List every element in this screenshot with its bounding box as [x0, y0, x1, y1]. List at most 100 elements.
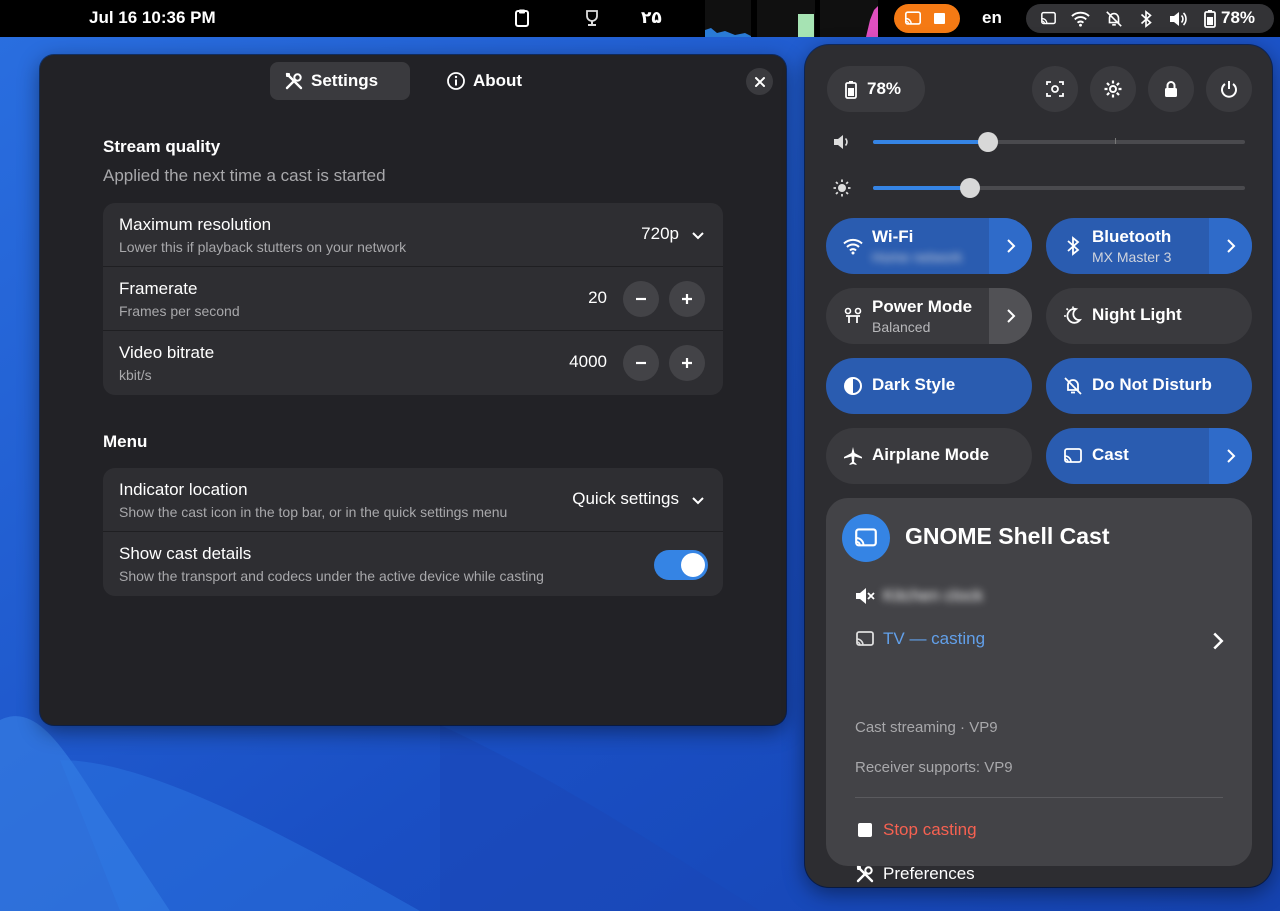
volume-slider[interactable] — [873, 132, 1245, 152]
bitrate-increase-button[interactable] — [669, 345, 705, 381]
volume-slider-fill — [873, 140, 989, 144]
framerate-value[interactable]: 20 — [588, 288, 607, 308]
cast-menu-button[interactable] — [1209, 428, 1252, 484]
tab-about[interactable]: About — [432, 62, 542, 100]
close-button[interactable] — [746, 68, 773, 95]
cast-tile[interactable]: Cast — [1046, 428, 1252, 484]
show-cast-details-title: Show cast details — [119, 544, 252, 563]
trophy-icon[interactable] — [582, 8, 602, 28]
device-name: Kitchen clock — [883, 586, 984, 605]
do-not-disturb-tile-title: Do Not Disturb — [1092, 375, 1212, 394]
power-icon — [1221, 81, 1237, 98]
cast-indicator[interactable] — [894, 4, 960, 33]
night-light-icon — [1064, 306, 1082, 324]
clock[interactable]: Jul 16 10:36 PM — [89, 8, 216, 28]
gear-icon — [1104, 80, 1122, 98]
tab-about-label: About — [473, 71, 523, 90]
workspace-indicator[interactable]: ۲۵ — [641, 8, 662, 28]
lock-icon — [1165, 81, 1177, 97]
memory-graph[interactable] — [757, 0, 815, 37]
cast-icon — [856, 631, 874, 646]
battery-button[interactable]: 78% — [827, 66, 925, 112]
volume-slider-mark — [1115, 138, 1116, 144]
stream-quality-card: Maximum resolution Lower this if playbac… — [103, 203, 723, 395]
framerate-row: Framerate Frames per second 20 — [103, 267, 723, 331]
battery-percent: 78% — [867, 79, 902, 98]
stop-casting-label: Stop casting — [883, 820, 977, 839]
chevron-down-icon[interactable] — [690, 492, 706, 508]
settings-button[interactable] — [1090, 66, 1136, 112]
stop-casting-item[interactable]: Stop casting — [855, 820, 977, 840]
preferences-label: Preferences — [883, 864, 975, 883]
resolution-row[interactable]: Maximum resolution Lower this if playbac… — [103, 203, 723, 267]
power-mode-icon — [844, 307, 862, 323]
cast-icon — [904, 11, 922, 25]
cast-tile-title: Cast — [1092, 445, 1129, 464]
receiver-info: Receiver supports: VP9 — [855, 759, 1013, 776]
wifi-icon — [843, 238, 863, 255]
resolution-title: Maximum resolution — [119, 215, 272, 234]
indicator-location-subtitle: Show the cast icon in the top bar, or in… — [119, 504, 508, 520]
volume-icon[interactable] — [832, 132, 852, 152]
resolution-value[interactable]: 720p — [641, 224, 679, 244]
bitrate-decrease-button[interactable] — [623, 345, 659, 381]
cast-submenu-title: GNOME Shell Cast — [905, 523, 1110, 549]
volume-icon — [1170, 12, 1187, 26]
power-button[interactable] — [1206, 66, 1252, 112]
tab-settings[interactable]: Settings — [270, 62, 410, 100]
do-not-disturb-tile[interactable]: Do Not Disturb — [1046, 358, 1252, 414]
bitrate-value[interactable]: 4000 — [569, 352, 607, 372]
chevron-right-icon — [1226, 449, 1235, 463]
stream-quality-title: Stream quality — [103, 137, 221, 156]
preferences-window: Settings About Stream quality Applied th… — [40, 55, 786, 725]
dark-style-icon — [844, 377, 862, 395]
show-cast-details-subtitle: Show the transport and codecs under the … — [119, 568, 544, 584]
switch-knob — [681, 553, 705, 577]
framerate-decrease-button[interactable] — [623, 281, 659, 317]
wifi-tile[interactable]: Wi-Fi Home network — [826, 218, 1032, 274]
plus-icon — [682, 294, 692, 304]
dark-style-tile[interactable]: Dark Style — [826, 358, 1032, 414]
brightness-slider-handle[interactable] — [959, 178, 980, 198]
night-light-tile[interactable]: Night Light — [1046, 288, 1252, 344]
framerate-increase-button[interactable] — [669, 281, 705, 317]
power-mode-menu-button[interactable] — [989, 288, 1032, 344]
quick-settings-menu: 78% Wi-Fi Home network Bluetooth MX Mast… — [805, 45, 1272, 887]
top-bar: Jul 16 10:36 PM ۲۵ en 78% — [0, 0, 1280, 37]
clipboard-icon[interactable] — [512, 8, 532, 28]
show-cast-details-switch[interactable] — [654, 550, 708, 580]
indicator-location-value[interactable]: Quick settings — [572, 489, 679, 509]
device-name: TV — casting — [883, 629, 986, 648]
airplane-icon — [844, 447, 862, 465]
wifi-menu-button[interactable] — [989, 218, 1032, 274]
chevron-down-icon[interactable] — [690, 227, 706, 243]
indicator-location-row[interactable]: Indicator location Show the cast icon in… — [103, 468, 723, 532]
chevron-right-icon — [1006, 309, 1015, 323]
chevron-right-icon — [1213, 632, 1224, 650]
cpu-graph[interactable] — [705, 0, 751, 37]
bitrate-row: Video bitrate kbit/s 4000 — [103, 331, 723, 395]
power-mode-tile[interactable]: Power Mode Balanced — [826, 288, 1032, 344]
network-graph[interactable] — [820, 0, 878, 37]
indicator-location-title: Indicator location — [119, 480, 248, 499]
brightness-slider[interactable] — [873, 178, 1245, 198]
bitrate-title: Video bitrate — [119, 343, 215, 362]
lock-button[interactable] — [1148, 66, 1194, 112]
wifi-tile-title: Wi-Fi — [872, 227, 914, 246]
preferences-item[interactable]: Preferences — [855, 864, 975, 884]
screenshot-button[interactable] — [1032, 66, 1078, 112]
device-item-speaker[interactable]: Kitchen clock — [855, 586, 983, 606]
bluetooth-menu-button[interactable] — [1209, 218, 1252, 274]
brightness-icon[interactable] — [832, 178, 852, 198]
system-status-area[interactable]: 78% — [1026, 4, 1274, 33]
battery-percent: 78% — [1221, 8, 1256, 27]
volume-slider-handle[interactable] — [978, 132, 999, 152]
cast-submenu: GNOME Shell Cast Kitchen clock TV — cast… — [826, 498, 1252, 883]
close-icon — [754, 76, 765, 87]
language-indicator[interactable]: en — [982, 8, 1002, 28]
airplane-mode-tile[interactable]: Airplane Mode — [826, 428, 1032, 484]
wifi-tile-subtitle: Home network — [872, 249, 963, 265]
device-item-tv[interactable]: TV — casting — [855, 629, 1224, 650]
tools-icon — [856, 865, 874, 883]
bluetooth-tile[interactable]: Bluetooth MX Master 3 — [1046, 218, 1252, 274]
